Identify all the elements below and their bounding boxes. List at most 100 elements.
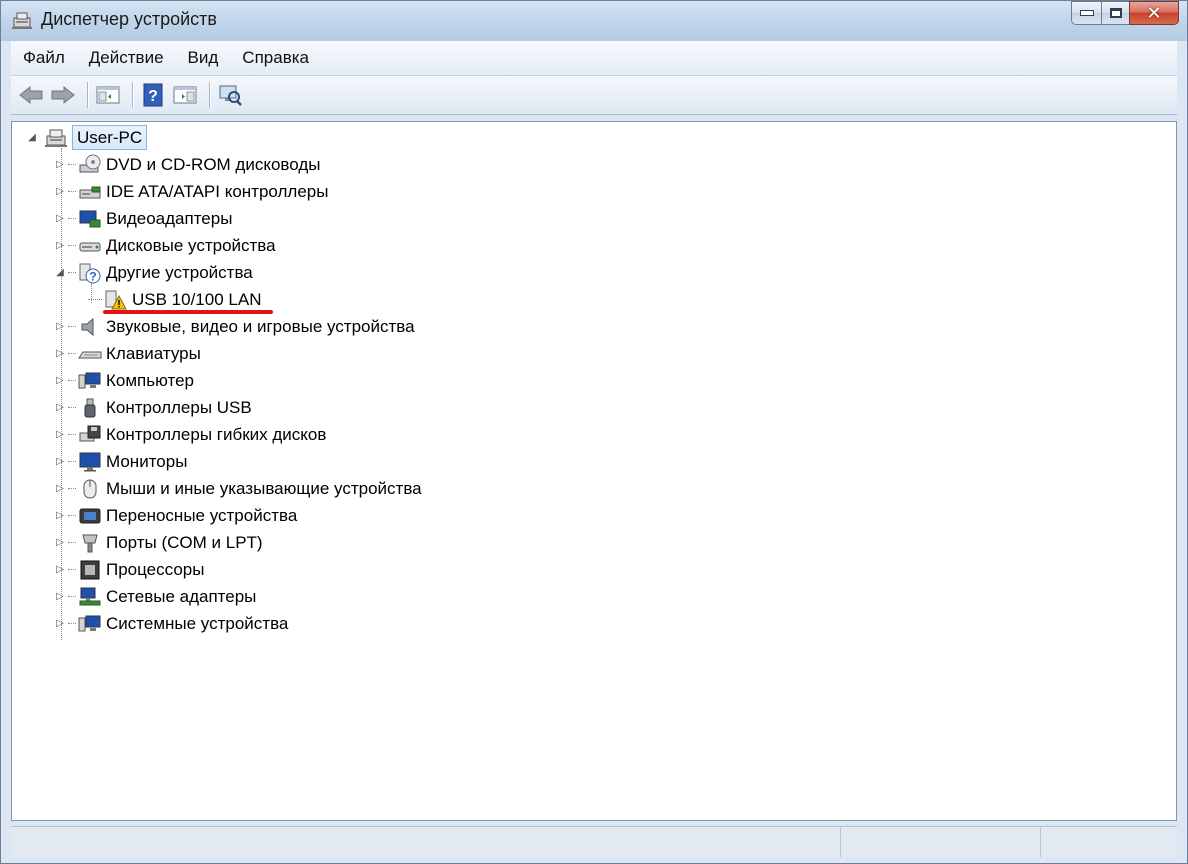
keyboard-icon (78, 343, 102, 365)
tree-category[interactable]: ◢? Другие устройства (54, 259, 253, 286)
disk-drive-icon (78, 235, 102, 257)
action-pane-button[interactable] (171, 81, 199, 109)
menu-help[interactable]: Справка (230, 41, 321, 75)
tree-connector (68, 407, 76, 408)
tree-category[interactable]: ▷ Сетевые адаптеры (54, 583, 256, 610)
expand-arrow-icon[interactable]: ▷ (54, 591, 66, 603)
status-cell-3 (1041, 827, 1177, 857)
tree-category[interactable]: ▷ Системные устройства (54, 610, 288, 637)
monitor-icon (78, 451, 102, 473)
tree-connector (68, 245, 76, 246)
tree-connector (68, 353, 76, 354)
close-icon: ✕ (1146, 3, 1162, 23)
tree-item-label: DVD и CD-ROM дисководы (106, 154, 321, 174)
tree-category[interactable]: ▷ Мониторы (54, 448, 187, 475)
maximize-button[interactable] (1101, 1, 1129, 25)
tree-item-label: Другие устройства (106, 262, 253, 282)
portable-device-icon (78, 505, 102, 527)
expand-arrow-icon[interactable]: ▷ (54, 159, 66, 171)
tree-category[interactable]: ▷ Видеоадаптеры (54, 205, 232, 232)
toolbar: ? (11, 76, 1177, 115)
minimize-button[interactable] (1071, 1, 1101, 25)
mouse-icon (78, 478, 102, 500)
expand-arrow-icon[interactable]: ▷ (54, 402, 66, 414)
expand-arrow-icon[interactable]: ▷ (54, 537, 66, 549)
menu-file[interactable]: Файл (11, 41, 77, 75)
expand-arrow-icon[interactable]: ▷ (54, 456, 66, 468)
tree-connector (68, 596, 76, 597)
usb-icon (78, 397, 102, 419)
expand-arrow-icon[interactable]: ▷ (54, 213, 66, 225)
collapse-arrow-icon[interactable]: ◢ (26, 132, 38, 144)
scan-hardware-button[interactable] (216, 81, 244, 109)
expand-arrow-icon[interactable]: ▷ (54, 429, 66, 441)
collapse-arrow-icon[interactable]: ◢ (54, 267, 66, 279)
tree-connector (68, 380, 76, 381)
title-bar[interactable]: Диспетчер устройств ✕ (1, 1, 1187, 41)
toolbar-separator (209, 82, 210, 108)
tree-connector (88, 299, 102, 300)
tree-category[interactable]: ▷ Дисковые устройства (54, 232, 275, 259)
tree-root[interactable]: ◢ User-PC (26, 124, 148, 151)
tree-item-label: Компьютер (106, 370, 194, 390)
tree-device[interactable]: USB 10/100 LAN (86, 286, 261, 313)
expand-arrow-icon[interactable]: ▷ (54, 483, 66, 495)
tree-category[interactable]: ▷ Клавиатуры (54, 340, 201, 367)
help-icon: ? (143, 83, 163, 107)
tree-item-label: Контроллеры гибких дисков (106, 424, 327, 444)
display-adapter-icon (78, 208, 102, 230)
tree-category[interactable]: ▷ Компьютер (54, 367, 194, 394)
forward-button[interactable] (49, 81, 77, 109)
close-button[interactable]: ✕ (1129, 1, 1179, 25)
console-tree-icon (96, 86, 120, 104)
tree-category[interactable]: ▷ Процессоры (54, 556, 204, 583)
back-icon (19, 85, 43, 105)
console-tree-button[interactable] (94, 81, 122, 109)
expand-arrow-icon[interactable]: ▷ (54, 321, 66, 333)
tree-category[interactable]: ▷ IDE ATA/ATAPI контроллеры (54, 178, 328, 205)
tree-category[interactable]: ▷ Мыши и иные указывающие устройства (54, 475, 422, 502)
tree-category[interactable]: ▷ DVD и CD-ROM дисководы (54, 151, 321, 178)
tree-category[interactable]: ▷ Переносные устройства (54, 502, 297, 529)
menu-view[interactable]: Вид (176, 41, 231, 75)
tree-item-label: Сетевые адаптеры (106, 586, 257, 606)
unknown-device-icon: ? (78, 262, 102, 284)
tree-connector (68, 569, 76, 570)
expand-arrow-icon[interactable]: ▷ (54, 186, 66, 198)
tree-item-label: Мыши и иные указывающие устройства (106, 478, 422, 498)
tree-item-label: Видеоадаптеры (106, 208, 233, 228)
ide-controller-icon (78, 181, 102, 203)
port-icon (78, 532, 102, 554)
help-button[interactable]: ? (139, 81, 167, 109)
back-button[interactable] (17, 81, 45, 109)
tree-item-label: Переносные устройства (106, 505, 298, 525)
device-tree-panel[interactable]: ◢ User-PC ▷ DVD и CD-ROM дисководы ▷ IDE AT… (11, 121, 1177, 821)
tree-connector (68, 434, 76, 435)
svg-text:?: ? (148, 88, 158, 105)
tree-item-label: Системные устройства (106, 613, 289, 633)
toolbar-separator (87, 82, 88, 108)
tree-category[interactable]: ▷ Звуковые, видео и игровые устройства (54, 313, 415, 340)
tree-connector (68, 488, 76, 489)
highlight-underline (103, 310, 273, 314)
expand-arrow-icon[interactable]: ▷ (54, 240, 66, 252)
tree-item-label: Порты (COM и LPT) (106, 532, 263, 552)
tree-category[interactable]: ▷ Порты (COM и LPT) (54, 529, 263, 556)
window-title: Диспетчер устройств (41, 9, 217, 29)
expand-arrow-icon[interactable]: ▷ (54, 618, 66, 630)
expand-arrow-icon[interactable]: ▷ (54, 510, 66, 522)
svg-text:?: ? (89, 269, 96, 283)
expand-arrow-icon[interactable]: ▷ (54, 564, 66, 576)
tree-connector (68, 326, 76, 327)
expand-arrow-icon[interactable]: ▷ (54, 375, 66, 387)
processor-icon (78, 559, 102, 581)
device-manager-window: Диспетчер устройств ✕ Файл Действие Вид … (0, 0, 1188, 864)
network-adapter-icon (78, 586, 102, 608)
tree-item-label: USB 10/100 LAN (132, 289, 262, 309)
tree-connector (68, 191, 76, 192)
tree-category[interactable]: ▷ Контроллеры USB (54, 394, 252, 421)
menu-action[interactable]: Действие (77, 41, 176, 75)
menu-bar: Файл Действие Вид Справка (11, 41, 1177, 76)
tree-category[interactable]: ▷ Контроллеры гибких дисков (54, 421, 326, 448)
expand-arrow-icon[interactable]: ▷ (54, 348, 66, 360)
